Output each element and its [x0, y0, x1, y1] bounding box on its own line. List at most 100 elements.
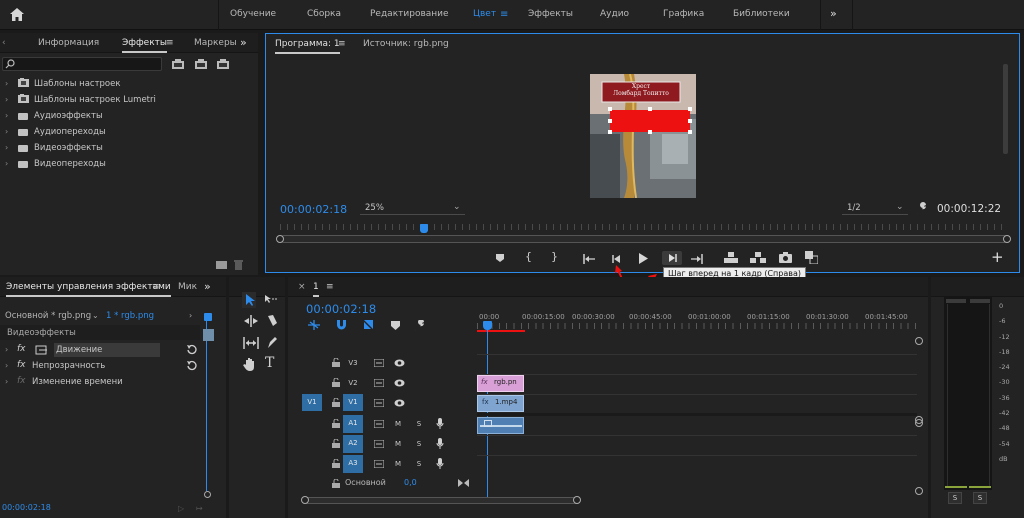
scroll-handle[interactable]: [915, 337, 923, 345]
solo-left-button[interactable]: S: [948, 492, 962, 504]
clip-selector[interactable]: 1 * rgb.png: [106, 311, 154, 321]
time-ruler[interactable]: 00:00 00:00:15:00 00:00:30:00 00:00:45:0…: [477, 305, 917, 337]
workspace-overflow-button[interactable]: »: [830, 0, 837, 30]
scroll-handle-left[interactable]: [276, 235, 284, 243]
lift-icon[interactable]: [724, 252, 738, 263]
eye-icon[interactable]: [394, 359, 405, 367]
chevron-right-icon[interactable]: ›: [5, 79, 8, 88]
chevron-right-icon[interactable]: ›: [5, 159, 8, 168]
pen-tool-icon[interactable]: [266, 336, 278, 349]
lock-icon[interactable]: [332, 398, 340, 407]
fx-toggle-icon[interactable]: fx: [17, 360, 26, 370]
track-label-a2[interactable]: A2: [343, 435, 363, 453]
filter-icon[interactable]: ▷: [178, 504, 184, 513]
lock-icon[interactable]: [332, 378, 340, 387]
master-clip-label[interactable]: Основной * rgb.png: [5, 311, 91, 321]
linked-selection-icon[interactable]: [363, 320, 374, 330]
tab-menu-icon[interactable]: ≡: [338, 34, 346, 54]
program-timecode[interactable]: 00:00:02:18: [280, 203, 347, 216]
mini-playhead-icon[interactable]: [204, 313, 212, 321]
comparison-view-icon[interactable]: [805, 251, 818, 264]
monitor-playhead[interactable]: [420, 224, 428, 233]
sync-lock-icon[interactable]: [374, 359, 384, 367]
chevron-right-icon[interactable]: ›: [5, 127, 8, 136]
chevron-right-icon[interactable]: ›: [5, 143, 8, 152]
list-item[interactable]: › Аудиоэффекты: [0, 108, 258, 124]
hand-tool-icon[interactable]: [243, 357, 257, 372]
solo-button[interactable]: S: [413, 416, 425, 432]
ripple-edit-tool-icon[interactable]: [244, 315, 258, 327]
go-to-out-icon[interactable]: [691, 254, 703, 264]
tabs-overflow-button[interactable]: »: [240, 33, 247, 53]
delete-icon[interactable]: [234, 260, 243, 270]
track-label-v1[interactable]: V1: [343, 394, 363, 411]
timeline-horizontal-scrollbar[interactable]: [304, 497, 580, 504]
snap-icon[interactable]: [336, 320, 347, 330]
tab-menu-icon[interactable]: ≡: [166, 33, 174, 53]
sync-lock-icon[interactable]: [374, 440, 384, 448]
reset-icon[interactable]: [186, 360, 197, 371]
workspace-color[interactable]: Цвет: [473, 0, 496, 30]
monitor-zoom-scrollbar[interactable]: [280, 235, 1008, 243]
solo-button[interactable]: S: [413, 436, 425, 452]
motion-transform-icon[interactable]: [35, 345, 47, 355]
chevron-right-icon[interactable]: ›: [5, 345, 8, 354]
track-select-tool-icon[interactable]: [264, 294, 278, 304]
chevron-down-icon[interactable]: ⌄: [92, 311, 99, 320]
new-bin-icon[interactable]: [216, 261, 227, 269]
chevron-right-icon[interactable]: ›: [5, 95, 8, 104]
tab-source[interactable]: Источник: rgb.png: [363, 34, 449, 54]
tab-effects[interactable]: Эффекты: [122, 33, 167, 53]
playhead-handle[interactable]: [483, 321, 492, 330]
accelerated-effects-icon[interactable]: [172, 59, 184, 69]
reset-icon[interactable]: [186, 344, 197, 355]
vertical-scrollbar[interactable]: [915, 337, 923, 427]
audio-clip-a1[interactable]: [477, 417, 524, 434]
collapse-icon[interactable]: ‹: [2, 33, 6, 53]
lock-icon[interactable]: [332, 459, 340, 468]
timeline-timecode[interactable]: 00:00:02:18: [306, 302, 376, 316]
microphone-icon[interactable]: [436, 438, 444, 449]
mute-button[interactable]: M: [392, 416, 404, 432]
clip-1-mp4[interactable]: fx 1.mp4: [477, 395, 524, 412]
video-frame[interactable]: Хрест Ломбард Топитто: [590, 74, 696, 198]
workspace-assembly[interactable]: Сборка: [307, 0, 341, 30]
scroll-handle[interactable]: [915, 416, 923, 424]
tab-menu-icon[interactable]: ≡: [152, 277, 160, 297]
workspace-graphics[interactable]: Графика: [663, 0, 704, 30]
clip-rgb-png[interactable]: fx rgb.pn: [477, 375, 524, 392]
fx-toggle-icon[interactable]: fx: [17, 376, 26, 386]
mute-button[interactable]: M: [392, 436, 404, 452]
scroll-handle[interactable]: [915, 487, 923, 495]
mark-out-icon[interactable]: }: [551, 250, 558, 263]
eye-icon[interactable]: [394, 379, 405, 387]
sync-lock-icon[interactable]: [374, 399, 384, 407]
tab-audio-mixer[interactable]: Мик: [178, 277, 197, 297]
type-tool-icon[interactable]: T: [265, 355, 274, 371]
track-label-a1[interactable]: A1: [343, 415, 363, 433]
resolution-dropdown[interactable]: 1/2 ⌄: [842, 201, 908, 215]
32bit-effects-icon[interactable]: [195, 59, 207, 69]
workspace-menu-icon[interactable]: ≡: [500, 10, 508, 20]
tab-markers[interactable]: Маркеры: [194, 33, 237, 53]
tab-menu-icon[interactable]: ≡: [326, 277, 334, 297]
go-to-in-icon[interactable]: [583, 254, 595, 264]
effect-row-time-remap[interactable]: › fx Изменение времени: [0, 375, 200, 390]
mute-button[interactable]: M: [392, 456, 404, 472]
sync-lock-icon[interactable]: [374, 420, 384, 428]
mark-in-icon[interactable]: {: [525, 250, 532, 263]
add-marker-icon[interactable]: [391, 321, 400, 330]
zoom-dropdown[interactable]: 25% ⌄: [360, 201, 465, 215]
timeline-settings-icon[interactable]: [415, 320, 426, 331]
solo-right-button[interactable]: S: [973, 492, 987, 504]
eye-icon[interactable]: [394, 399, 405, 407]
scroll-handle[interactable]: [204, 491, 211, 498]
sync-lock-icon[interactable]: [374, 460, 384, 468]
chevron-right-icon[interactable]: ›: [5, 111, 8, 120]
microphone-icon[interactable]: [436, 418, 444, 429]
workspace-libraries[interactable]: Библиотеки: [733, 0, 790, 30]
effect-row-opacity[interactable]: › fx Непрозрачность: [0, 359, 200, 374]
audio-vertical-scrollbar[interactable]: [915, 416, 923, 496]
fx-toggle-icon[interactable]: fx: [17, 344, 26, 354]
sync-lock-icon[interactable]: [374, 379, 384, 387]
